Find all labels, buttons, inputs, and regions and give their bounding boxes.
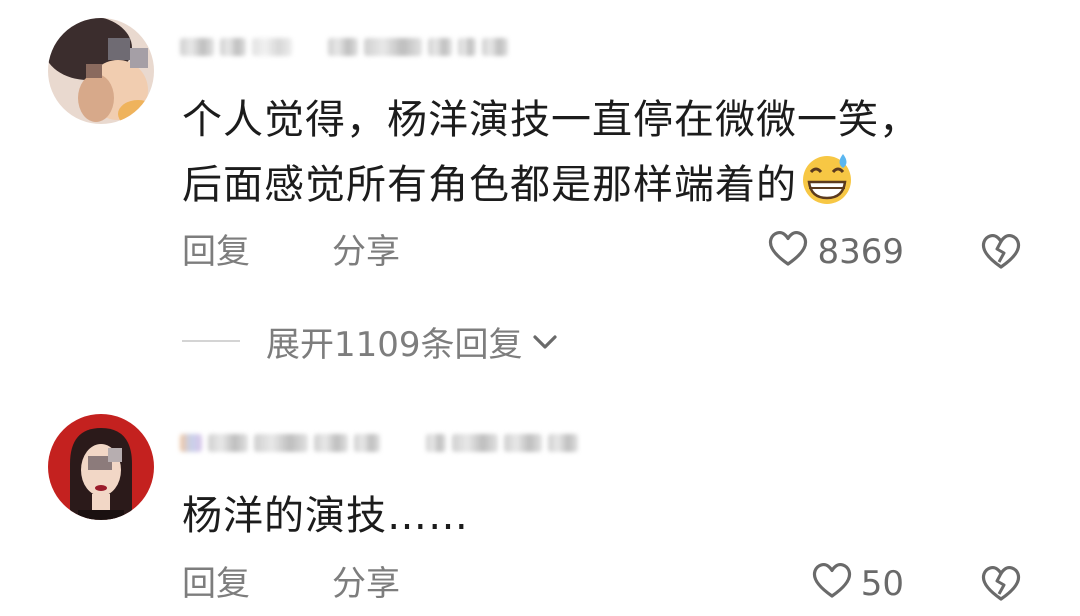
- like-count: 50: [860, 564, 904, 604]
- like-count: 8369: [817, 232, 904, 272]
- chevron-down-icon: [531, 321, 559, 361]
- reply-button[interactable]: 回复: [182, 230, 250, 274]
- share-button[interactable]: 分享: [332, 562, 400, 606]
- comment-text: 杨洋的演技……: [182, 486, 469, 546]
- comment-text: 个人觉得，杨洋演技一直停在微微一笑， 后面感觉所有角色都是那样端着的: [182, 90, 920, 223]
- comment-actions: 回复 分享 8369: [182, 230, 1022, 274]
- grinning-sweat-emoji-icon: [799, 150, 855, 223]
- avatar[interactable]: [48, 414, 154, 520]
- like-button[interactable]: 50: [811, 562, 904, 606]
- comment-text-line: 杨洋的演技……: [182, 493, 469, 539]
- heart-outline-icon: [811, 561, 853, 608]
- comment-actions: 回复 分享 50: [182, 562, 1022, 606]
- avatar-image: [48, 414, 154, 520]
- expand-replies-label: 展开1109条回复: [266, 324, 523, 365]
- expand-replies-button[interactable]: 展开1109条回复: [182, 318, 559, 365]
- comment-text-line: 后面感觉所有角色都是那样端着的: [182, 150, 920, 223]
- username-blurred[interactable]: [180, 426, 578, 460]
- comment-text-line: 个人觉得，杨洋演技一直停在微微一笑，: [182, 97, 920, 143]
- like-button[interactable]: 8369: [767, 230, 904, 274]
- share-button[interactable]: 分享: [332, 230, 400, 274]
- avatar-image: [48, 18, 154, 124]
- username-blurred[interactable]: [180, 30, 508, 64]
- avatar[interactable]: [48, 18, 154, 124]
- reply-button[interactable]: 回复: [182, 562, 250, 606]
- heart-outline-icon: [767, 229, 809, 276]
- divider: [182, 340, 240, 342]
- broken-heart-icon[interactable]: [980, 564, 1022, 611]
- broken-heart-icon[interactable]: [980, 232, 1022, 279]
